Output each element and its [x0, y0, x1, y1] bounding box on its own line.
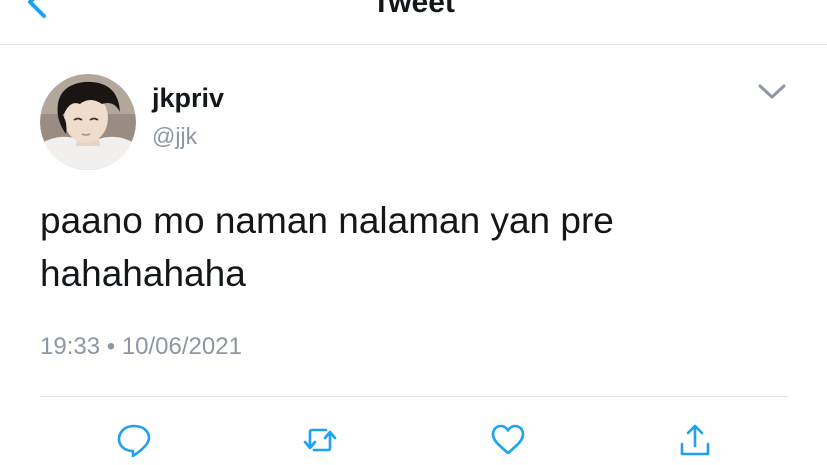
retweet-button[interactable]	[302, 422, 338, 458]
divider	[40, 396, 788, 397]
share-button[interactable]	[677, 422, 713, 458]
display-name[interactable]: jkpriv	[152, 82, 224, 114]
tweet-text: paano mo naman nalaman yan pre hahahahah…	[40, 194, 800, 300]
profile-photo	[40, 74, 136, 170]
share-icon	[680, 424, 710, 456]
page-title: Tweet	[372, 0, 455, 19]
user-handle[interactable]: @jjk	[152, 121, 197, 151]
reply-icon	[117, 424, 151, 458]
tweet-text-line-1: paano mo naman nalaman yan pre	[40, 200, 614, 241]
timestamp-separator: •	[106, 333, 116, 360]
more-options-button[interactable]	[752, 76, 792, 106]
tweet-date: 10/06/2021	[121, 333, 242, 360]
tweet-detail-screen: Tweet jkpriv @jjk paano mo naman nalaman…	[0, 0, 827, 465]
top-nav-bar: Tweet	[0, 0, 827, 45]
retweet-icon	[303, 428, 337, 452]
chevron-down-icon	[758, 84, 786, 99]
heart-icon	[491, 424, 525, 455]
like-button[interactable]	[490, 422, 526, 458]
avatar[interactable]	[40, 74, 136, 170]
reply-button[interactable]	[116, 422, 152, 458]
tweet-time: 19:33	[40, 333, 101, 360]
tweet-text-line-2: hahahahaha	[40, 253, 246, 294]
tweet-timestamp: 19:33 • 10/06/2021	[40, 332, 242, 362]
